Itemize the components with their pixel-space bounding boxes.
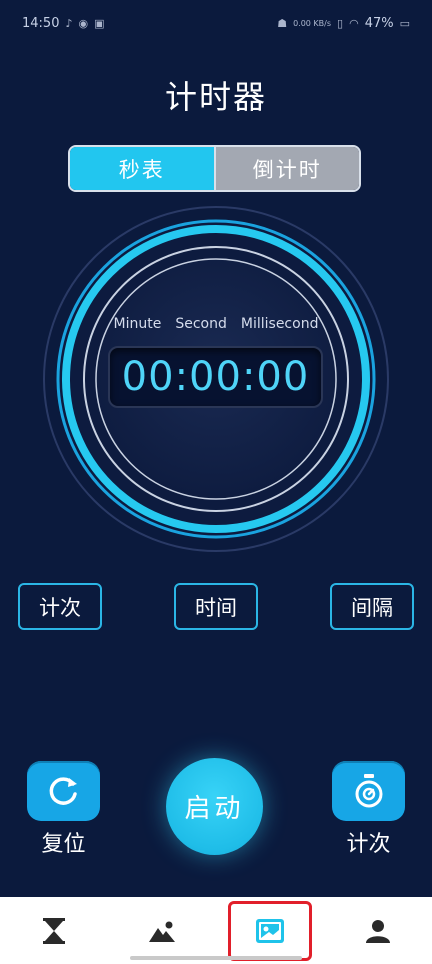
reset-label: 复位 xyxy=(41,832,86,857)
app-icon: ▣ xyxy=(94,17,105,30)
highlight-box xyxy=(228,900,312,961)
user-icon xyxy=(366,919,390,943)
interval-mode-button[interactable]: 间隔 xyxy=(330,583,414,630)
lap-label: 计次 xyxy=(346,832,391,857)
mountain-image-icon xyxy=(149,921,175,942)
reset-button[interactable] xyxy=(27,761,100,821)
home-indicator xyxy=(130,956,302,960)
tab-countdown[interactable]: 倒计时 xyxy=(215,147,359,190)
android-icon: ☗ xyxy=(277,17,288,30)
page-title: 计时器 xyxy=(164,78,267,116)
status-left: 14:50 ♪ ◉ ▣ xyxy=(22,16,105,31)
wifi-icon: ◠ xyxy=(349,17,359,30)
lap-mode-button[interactable]: 计次 xyxy=(18,583,102,630)
nav-photo[interactable] xyxy=(228,900,312,961)
hourglass-icon xyxy=(43,917,65,944)
net-speed: 0.00 KB/s xyxy=(293,19,332,28)
time-display-box: 00:00:00 xyxy=(108,346,323,408)
label-second: Second xyxy=(175,316,227,332)
mode-tabs: 秒表 倒计时 xyxy=(68,145,361,192)
bottom-nav xyxy=(0,897,432,964)
label-minute: Minute xyxy=(113,316,162,332)
nav-profile[interactable] xyxy=(348,901,408,961)
stopwatch-icon xyxy=(355,774,382,808)
lap-button[interactable] xyxy=(332,761,405,821)
time-display: 00:00:00 xyxy=(121,354,310,400)
time-unit-labels: Minute Second Millisecond xyxy=(0,316,432,332)
status-bar: 14:50 ♪ ◉ ▣ ☗ 0.00 KB/s ▯ ◠ 47% ▭ xyxy=(0,0,432,50)
time-mode-button[interactable]: 时间 xyxy=(174,583,258,630)
nav-gallery[interactable] xyxy=(132,901,192,961)
battery-icon: ▭ xyxy=(399,17,410,30)
battery-percent: 47% xyxy=(364,16,394,31)
tiktok-icon: ♪ xyxy=(65,17,73,30)
status-time: 14:50 xyxy=(22,16,60,31)
start-button[interactable]: 启动 xyxy=(166,758,263,855)
vibrate-icon: ▯ xyxy=(337,17,344,30)
refresh-icon xyxy=(49,777,77,805)
nav-timer[interactable] xyxy=(24,901,84,961)
weibo-icon: ◉ xyxy=(78,17,89,30)
label-millisecond: Millisecond xyxy=(240,316,319,332)
tab-stopwatch[interactable]: 秒表 xyxy=(70,147,216,190)
status-right: ☗ 0.00 KB/s ▯ ◠ 47% ▭ xyxy=(277,16,410,31)
